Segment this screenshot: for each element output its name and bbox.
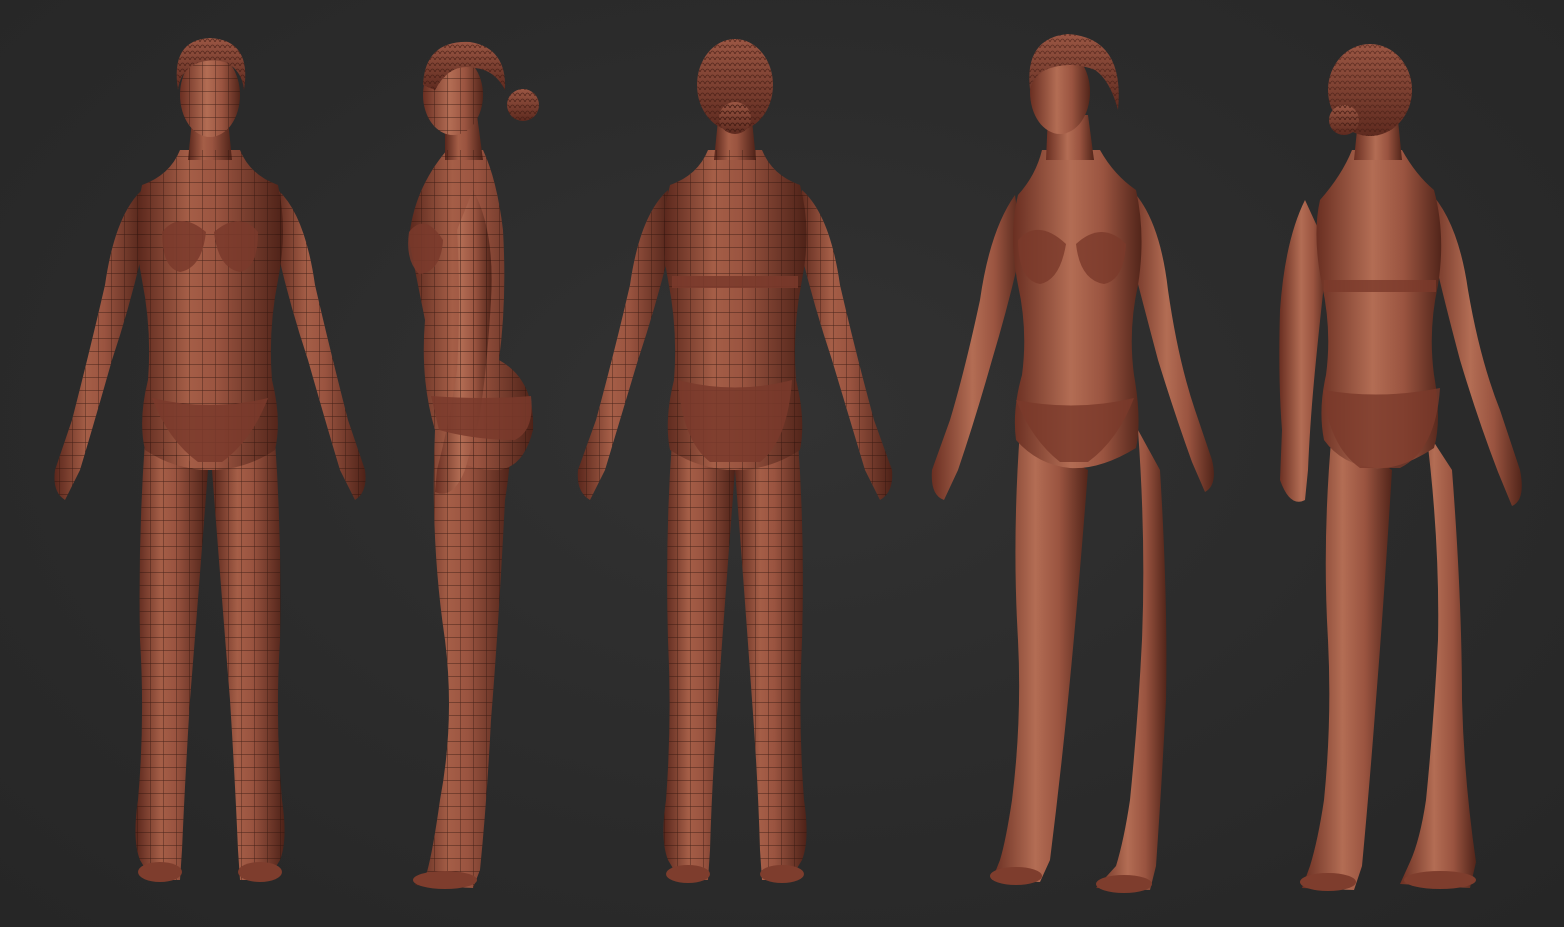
figure-front-wireframe — [20, 0, 400, 927]
figure-three-quarter-back — [1250, 0, 1550, 927]
body-three-quarter-back — [1279, 44, 1522, 891]
body-back — [577, 39, 893, 883]
figure-side-wireframe — [395, 0, 565, 927]
figure-three-quarter-front — [920, 0, 1240, 927]
turnaround-render-canvas — [0, 0, 1564, 927]
body-side — [408, 41, 539, 889]
figure-back-wireframe — [560, 0, 910, 927]
body-front — [54, 38, 366, 882]
body-three-quarter-front — [931, 34, 1214, 893]
